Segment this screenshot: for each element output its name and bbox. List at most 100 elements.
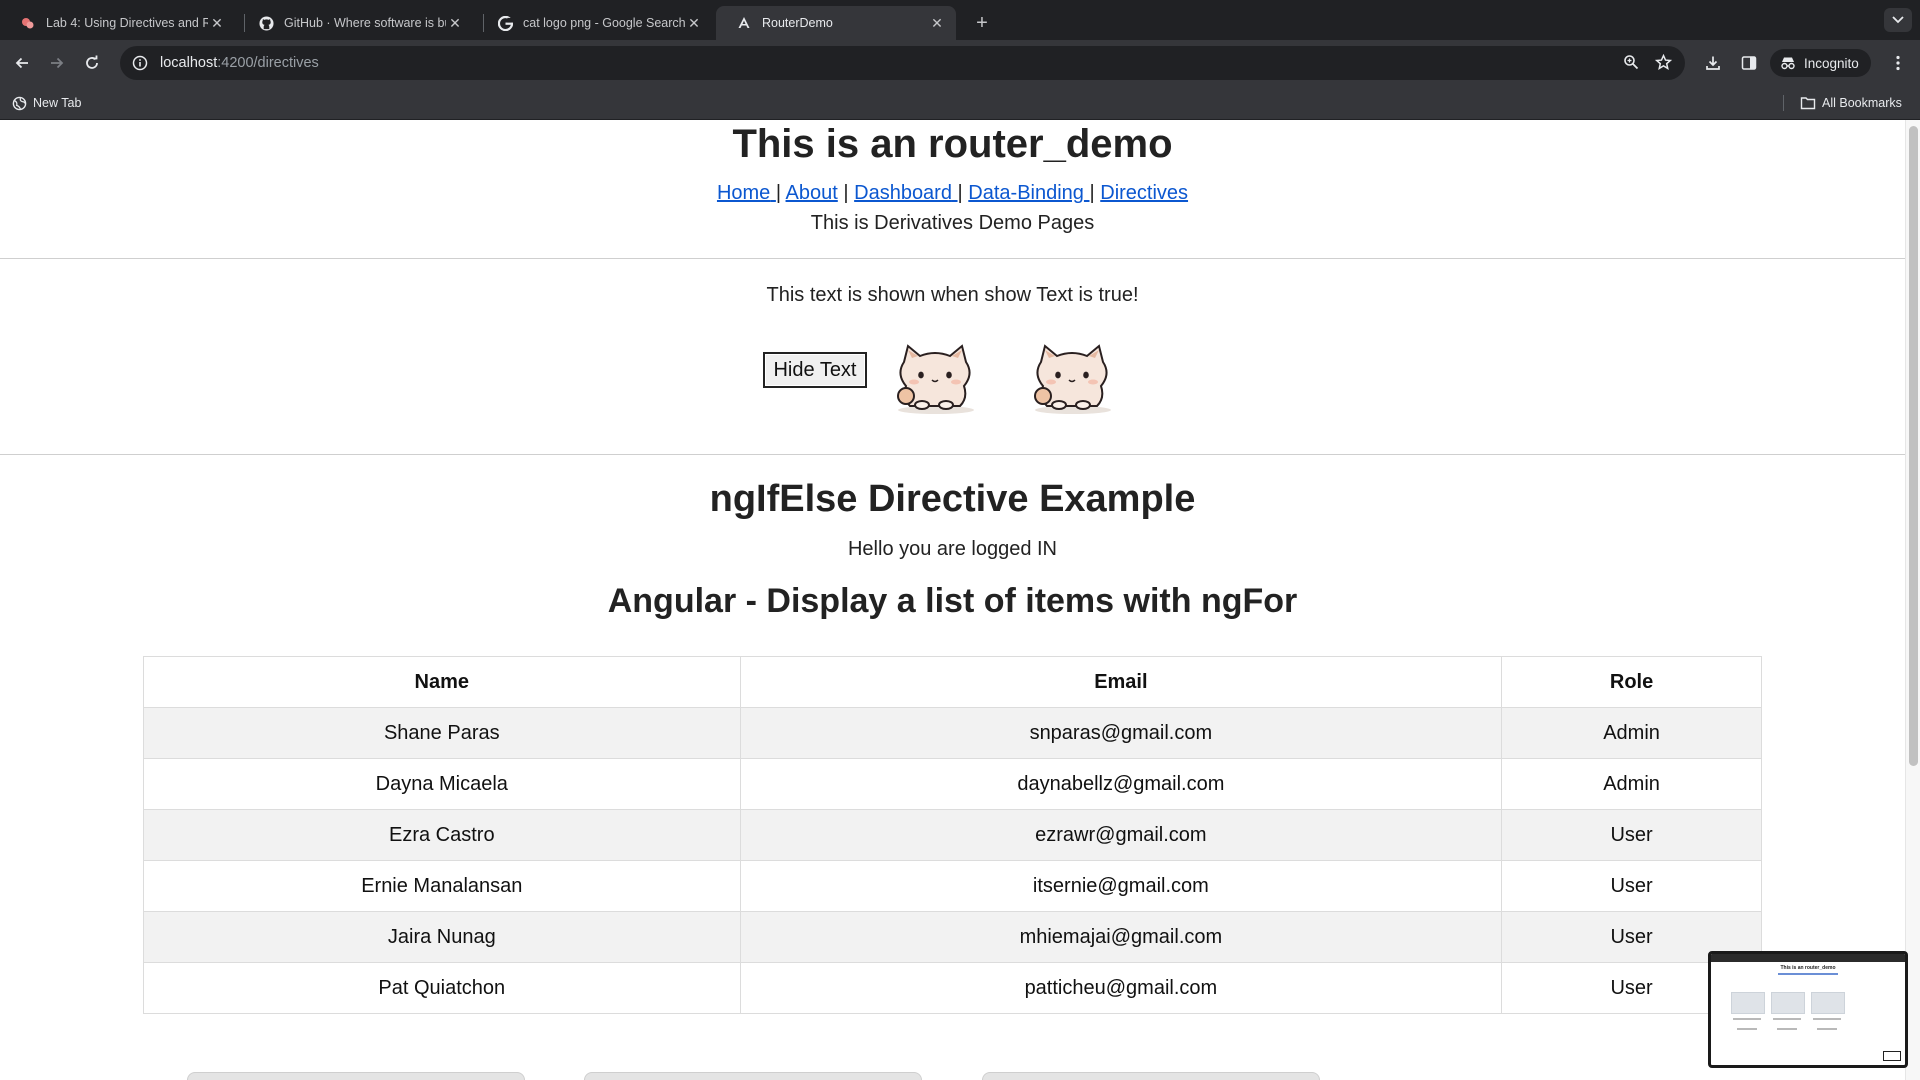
tab-title: Lab 4: Using Directives and R: [46, 16, 208, 30]
close-icon[interactable]: ✕: [446, 14, 464, 32]
product-card: [982, 1072, 1320, 1080]
tab-title: RouterDemo: [762, 16, 833, 30]
nav-separator: |: [775, 182, 782, 204]
nav-link-directives[interactable]: Directives: [1100, 182, 1188, 204]
arrow-right-icon: [51, 57, 64, 69]
zoom-button[interactable]: [1617, 48, 1645, 76]
cell-email: ezrawr@gmail.com: [739, 809, 1503, 861]
picture-in-picture-preview[interactable]: This is an router_demo: [1708, 951, 1908, 1068]
side-panel-icon: [1741, 56, 1757, 70]
nav-link-dashboard[interactable]: Dashboard: [854, 182, 957, 204]
pip-title: This is an router_demo: [1780, 965, 1836, 971]
forward-button[interactable]: [43, 49, 71, 77]
cell-email: snparas@gmail.com: [739, 707, 1503, 759]
incognito-icon: [1781, 57, 1795, 70]
show-text-message: This text is shown when show Text is tru…: [766, 284, 1139, 306]
zoom-icon: [1624, 55, 1639, 70]
tab-title: GitHub · Where software is bu: [284, 16, 446, 30]
nav-separator: |: [1089, 182, 1095, 204]
browser-toolbar: localhost:4200/directives Incognito: [0, 40, 1920, 86]
close-icon[interactable]: ✕: [208, 14, 226, 32]
menu-button[interactable]: [1884, 49, 1912, 77]
back-button[interactable]: [8, 49, 36, 77]
table-row: Ernie Manalansan itsernie@gmail.com User: [143, 860, 1762, 912]
google-icon: [497, 15, 513, 31]
lab-favicon-icon: [20, 15, 36, 31]
pip-text-line: [1773, 1018, 1801, 1020]
url-path: :4200/directives: [217, 55, 319, 71]
tab-lab4[interactable]: Lab 4: Using Directives and R ✕: [0, 6, 236, 40]
table-row: Ezra Castro ezrawr@gmail.com User: [143, 809, 1762, 861]
incognito-label: Incognito: [1804, 55, 1859, 71]
cell-name: Ernie Manalansan: [143, 860, 741, 912]
hide-text-button[interactable]: Hide Text: [763, 352, 867, 388]
page-title: This is an router_demo: [732, 122, 1173, 166]
scrollbar-thumb[interactable]: [1909, 126, 1918, 766]
ngfor-heading: Angular - Display a list of items with n…: [607, 582, 1298, 620]
users-table: Name Email Role Shane Paras snparas@gmai…: [143, 656, 1762, 1014]
cat-logo-image: [897, 344, 974, 414]
chevron-down-icon: [1892, 16, 1904, 24]
side-panel-button[interactable]: [1735, 49, 1763, 77]
expand-icon[interactable]: [1883, 1051, 1901, 1061]
cat-logo-image: [1034, 344, 1111, 414]
column-header-email: Email: [739, 656, 1503, 708]
pip-text-line: [1817, 1028, 1837, 1030]
downloads-button[interactable]: [1699, 49, 1727, 77]
tab-title: cat logo png - Google Search: [523, 16, 685, 30]
tab-github[interactable]: GitHub · Where software is bu ✕: [238, 6, 474, 40]
page-subtitle: This is Derivatives Demo Pages: [810, 212, 1095, 234]
cell-role: User: [1501, 809, 1762, 861]
all-bookmarks-button[interactable]: All Bookmarks: [1800, 93, 1902, 113]
address-bar[interactable]: localhost:4200/directives: [120, 46, 1685, 80]
close-icon[interactable]: ✕: [685, 14, 703, 32]
nav-link-home[interactable]: Home: [717, 182, 776, 204]
cell-role: Admin: [1501, 707, 1762, 759]
column-header-name: Name: [143, 656, 741, 708]
angular-icon: [736, 15, 752, 31]
cell-role: User: [1501, 860, 1762, 912]
url-text[interactable]: localhost:4200/directives: [160, 55, 319, 71]
reload-icon: [86, 55, 98, 69]
main-nav: Home | About | Dashboard | Data-Binding …: [0, 182, 1905, 205]
github-icon: [258, 15, 274, 31]
ngifelse-heading: ngIfElse Directive Example: [709, 478, 1196, 520]
tab-search-button[interactable]: [1884, 8, 1912, 32]
pip-card: [1811, 992, 1845, 1014]
pip-card: [1731, 992, 1765, 1014]
pip-toolbar: [1711, 954, 1905, 962]
tab-routerdemo[interactable]: RouterDemo ✕: [716, 6, 956, 40]
cell-email: patticheu@gmail.com: [739, 962, 1503, 1014]
tab-google[interactable]: cat logo png - Google Search ✕: [477, 6, 713, 40]
cell-email: itsernie@gmail.com: [739, 860, 1503, 912]
nav-link-about[interactable]: About: [786, 182, 838, 204]
bookmark-new-tab[interactable]: New Tab: [12, 93, 81, 113]
star-icon: [1654, 53, 1672, 70]
page-scrollbar[interactable]: [1905, 120, 1920, 1080]
nav-link-data-binding[interactable]: Data-Binding: [968, 182, 1089, 204]
site-info-icon[interactable]: [132, 55, 148, 71]
cell-name: Jaira Nunag: [143, 911, 741, 963]
incognito-indicator[interactable]: Incognito: [1770, 49, 1871, 77]
cell-name: Pat Quiatchon: [143, 962, 741, 1014]
table-header-row: Name Email Role: [143, 656, 1762, 708]
table-row: Pat Quiatchon patticheu@gmail.com User: [143, 962, 1762, 1014]
pip-nav-line: [1778, 973, 1838, 975]
reload-button[interactable]: [78, 49, 106, 77]
new-tab-button[interactable]: +: [968, 9, 996, 37]
product-card: [584, 1072, 922, 1080]
bookmark-star-button[interactable]: [1649, 48, 1677, 76]
divider: [0, 454, 1905, 455]
cell-name: Dayna Micaela: [143, 758, 741, 810]
globe-icon: [12, 96, 27, 110]
nav-separator: |: [957, 182, 963, 204]
cell-name: Shane Paras: [143, 707, 741, 759]
close-icon[interactable]: ✕: [928, 14, 946, 32]
divider: [0, 258, 1905, 259]
bookmarks-bar: New Tab All Bookmarks: [0, 86, 1920, 120]
url-host: localhost: [160, 55, 218, 71]
pip-card: [1771, 992, 1805, 1014]
column-header-role: Role: [1501, 656, 1762, 708]
table-row: Shane Paras snparas@gmail.com Admin: [143, 707, 1762, 759]
page-content: This is an router_demo Home | About | Da…: [0, 120, 1905, 1080]
